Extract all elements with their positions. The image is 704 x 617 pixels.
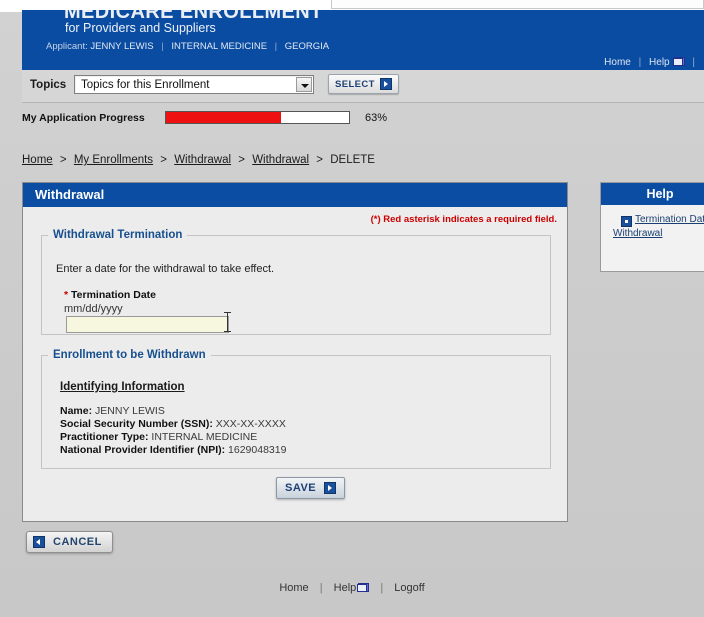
help-topic-link-line1: Termination Dat	[635, 214, 704, 225]
progress-track	[165, 111, 350, 124]
banner-nav-links: Home | Help |	[604, 57, 700, 68]
termination-date-format-hint: mm/dd/yyyy	[64, 303, 123, 315]
help-topic-link[interactable]: Termination Dat Withdrawal	[613, 213, 704, 241]
breadcrumb-item-delete: DELETE	[330, 154, 375, 166]
required-field-note: (*) Red asterisk indicates a required fi…	[370, 214, 557, 225]
chevron-down-icon[interactable]	[296, 77, 312, 92]
text-cursor-icon	[224, 312, 231, 332]
progress-percent: 63%	[365, 112, 388, 124]
topics-dropdown[interactable]: Topics for this Enrollment	[74, 75, 314, 94]
footer-logoff-link[interactable]: Logoff	[394, 582, 424, 594]
banner-help-link[interactable]: Help	[649, 57, 670, 68]
termination-instruction: Enter a date for the withdrawal to take …	[56, 263, 275, 275]
footer-separator-2: |	[380, 582, 384, 594]
breadcrumb-item-withdrawal-2[interactable]: Withdrawal	[252, 154, 309, 166]
list-item: Practitioner Type: INTERNAL MEDICINE	[60, 431, 286, 444]
id-row-value-npi: 1629048319	[228, 444, 287, 456]
site-subtitle: for Providers and Suppliers	[65, 21, 216, 35]
footer-separator-1: |	[319, 582, 323, 594]
identifying-information-list: Name: JENNY LEWIS Social Security Number…	[60, 405, 286, 457]
arrow-right-icon	[379, 78, 392, 90]
help-topic-link-line2: Withdrawal	[613, 228, 663, 239]
panel-body: (*) Red asterisk indicates a required fi…	[23, 207, 567, 521]
id-row-key-name: Name:	[60, 405, 93, 417]
breadcrumb-separator-1: >	[59, 154, 67, 166]
id-row-key-ssn: Social Security Number (SSN):	[60, 418, 213, 430]
help-panel: Help Termination Dat Withdrawal	[600, 182, 704, 272]
id-row-value-practitioner-type: INTERNAL MEDICINE	[151, 431, 258, 443]
cancel-button-label: CANCEL	[53, 536, 102, 548]
list-item: Social Security Number (SSN): XXX-XX-XXX…	[60, 418, 286, 431]
save-button-label: SAVE	[285, 482, 317, 494]
enrollment-group-legend: Enrollment to be Withdrawn	[53, 349, 206, 361]
bullet-icon	[621, 216, 632, 227]
application-page: MEDICARE ENROLLMENT for Providers and Su…	[0, 0, 704, 617]
required-asterisk: *	[64, 289, 69, 301]
breadcrumb-item-withdrawal-1[interactable]: Withdrawal	[174, 154, 231, 166]
banner-home-link[interactable]: Home	[604, 57, 631, 68]
applicant-specialty: INTERNAL MEDICINE	[171, 41, 268, 52]
identifying-information-heading: Identifying Information	[60, 381, 185, 393]
progress-fill	[166, 112, 282, 123]
applicant-info: Applicant: JENNY LEWIS | INTERNAL MEDICI…	[46, 41, 329, 52]
id-row-value-ssn: XXX-XX-XXXX	[215, 418, 286, 430]
breadcrumb: Home > My Enrollments > Withdrawal > Wit…	[22, 154, 375, 166]
termination-date-label-text: Termination Date	[71, 289, 156, 301]
breadcrumb-separator-4: >	[316, 154, 324, 166]
id-row-value-name: JENNY LEWIS	[95, 405, 165, 417]
list-item: National Provider Identifier (NPI): 1629…	[60, 444, 286, 457]
applicant-label: Applicant:	[46, 41, 88, 52]
withdrawal-termination-legend: Withdrawal Termination	[53, 229, 183, 241]
site-banner: MEDICARE ENROLLMENT for Providers and Su…	[22, 10, 704, 70]
applicant-name: JENNY LEWIS	[90, 41, 154, 52]
footer-help-link[interactable]: Help	[334, 582, 357, 594]
id-row-key-practitioner-type: Practitioner Type:	[60, 431, 149, 443]
select-button[interactable]: SELECT	[328, 74, 399, 94]
help-panel-body: Termination Dat Withdrawal	[601, 205, 704, 239]
browser-address-remnant	[331, 0, 704, 9]
footer-home-link[interactable]: Home	[279, 582, 308, 594]
topics-toolbar: Topics Topics for this Enrollment SELECT	[22, 70, 704, 103]
new-window-icon	[357, 583, 370, 592]
applicant-separator-2: |	[274, 41, 278, 52]
banner-link-separator-2: |	[692, 57, 695, 68]
withdrawal-panel: Withdrawal (*) Red asterisk indicates a …	[22, 182, 568, 522]
withdrawal-termination-group: Withdrawal Termination Enter a date for …	[41, 229, 551, 335]
topics-label: Topics	[30, 79, 67, 91]
applicant-state: GEORGIA	[284, 41, 330, 52]
applicant-separator-1: |	[161, 41, 164, 52]
enrollment-to-be-withdrawn-group: Enrollment to be Withdrawn Identifying I…	[41, 349, 551, 469]
save-button[interactable]: SAVE	[276, 477, 346, 499]
termination-date-input[interactable]	[66, 316, 229, 333]
breadcrumb-item-home[interactable]: Home	[22, 154, 53, 166]
id-row-key-npi: National Provider Identifier (NPI):	[60, 444, 226, 456]
application-progress: My Application Progress 63%	[22, 110, 704, 126]
list-item: Name: JENNY LEWIS	[60, 405, 286, 418]
arrow-left-icon	[33, 536, 45, 548]
breadcrumb-item-my-enrollments[interactable]: My Enrollments	[74, 154, 153, 166]
panel-title: Withdrawal	[23, 183, 567, 207]
termination-date-label: * Termination Date	[64, 289, 156, 301]
cancel-button[interactable]: CANCEL	[26, 531, 113, 553]
arrow-right-icon	[324, 482, 337, 494]
footer-links: Home | Help | Logoff	[0, 582, 704, 594]
progress-label: My Application Progress	[22, 112, 145, 124]
new-window-icon	[672, 57, 685, 66]
topics-dropdown-value: Topics for this Enrollment	[81, 79, 210, 91]
banner-link-separator-1: |	[638, 57, 642, 68]
breadcrumb-separator-3: >	[238, 154, 245, 166]
help-panel-title: Help	[601, 183, 704, 205]
select-button-label: SELECT	[335, 78, 375, 90]
breadcrumb-separator-2: >	[160, 154, 167, 166]
